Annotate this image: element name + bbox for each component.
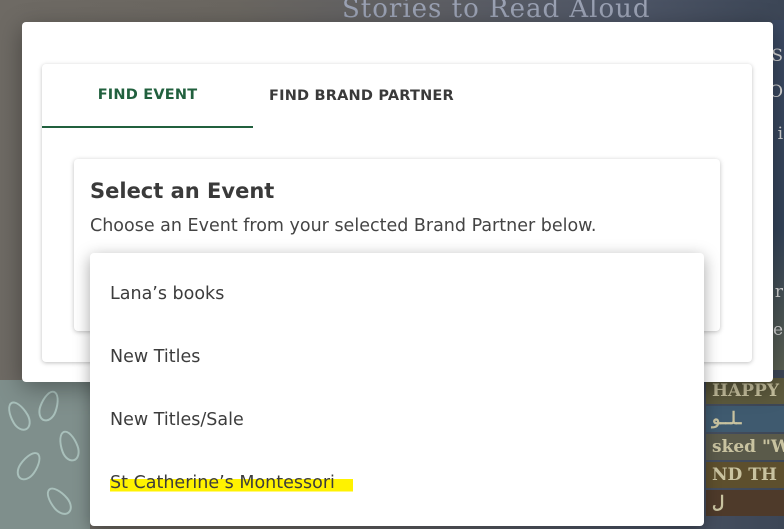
leaf-shape	[3, 397, 35, 435]
background-letter: e	[772, 320, 783, 340]
book-spine: ل	[706, 490, 784, 516]
option-label: St Catherine’s Montessori	[110, 472, 353, 493]
background-banner-text: Stories to Read Aloud	[342, 0, 651, 24]
dropdown-option[interactable]: Lana’s books	[90, 262, 704, 325]
book-spine: ND TH	[706, 462, 784, 488]
leaf-shape	[55, 427, 83, 465]
background-letter: S	[771, 46, 783, 66]
dropdown-option[interactable]: New Titles/Sale	[90, 388, 704, 451]
dropdown-option-highlighted[interactable]: St Catherine’s Montessori	[90, 451, 704, 514]
leaf-shape	[12, 447, 46, 485]
book-spine: ـلــو	[706, 406, 784, 432]
tab-find-event[interactable]: FIND EVENT	[42, 64, 253, 128]
option-label: New Titles	[110, 346, 201, 367]
event-dropdown-menu: Lana’s books New Titles New Titles/Sale …	[90, 253, 704, 526]
background-book-stack: HAPPY ـلــو sked "W ND TH ل	[704, 370, 784, 529]
background-letter: i	[777, 124, 783, 144]
tab-find-brand-partner[interactable]: FIND BRAND PARTNER	[253, 64, 470, 128]
option-label: Lana’s books	[110, 283, 225, 304]
dropdown-option[interactable]: New Titles	[90, 325, 704, 388]
section-description: Choose an Event from your selected Brand…	[90, 216, 597, 236]
leaf-shape	[41, 482, 77, 520]
book-spine: sked "W	[706, 434, 784, 460]
tab-bar: FIND EVENT FIND BRAND PARTNER	[42, 64, 470, 128]
leaf-shape	[35, 387, 63, 425]
option-label: New Titles/Sale	[110, 409, 244, 430]
background-leaf-pattern	[0, 380, 90, 529]
background-letter: r	[774, 282, 783, 302]
background-right-books: S O i r e	[769, 20, 784, 370]
section-title: Select an Event	[90, 179, 275, 203]
